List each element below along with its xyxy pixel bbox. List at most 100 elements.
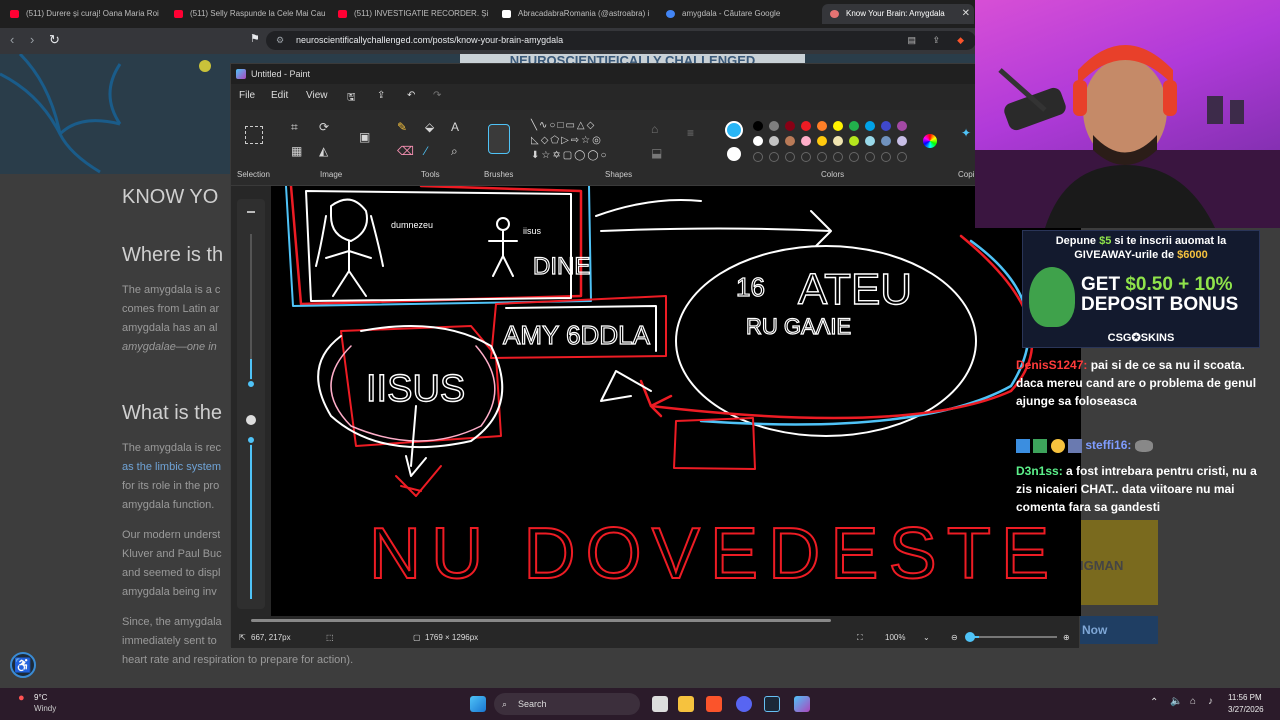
size-icon[interactable]: ≡ — [687, 126, 694, 140]
color-swatch[interactable] — [881, 121, 891, 131]
color-swatch[interactable] — [849, 136, 859, 146]
zoom-in-icon[interactable]: ⊕ — [1063, 633, 1070, 642]
browser-tab-active[interactable]: Know Your Brain: Amygdala ✕ — [822, 4, 974, 24]
custom-color-slot[interactable] — [769, 152, 779, 162]
browser-tab[interactable]: AbracadabraRomania (@astroabra) i — [494, 4, 654, 24]
primary-color-swatch[interactable] — [725, 121, 743, 139]
browser-tab[interactable]: amygdala - Căutare Google — [658, 4, 818, 24]
browser-tab[interactable]: (511) Durere și curaj! Oana Maria Roi — [2, 4, 162, 24]
pencil-icon[interactable]: ✎ — [397, 120, 407, 134]
url-input[interactable]: ⚙ neuroscientificallychallenged.com/post… — [266, 31, 976, 50]
rotate-icon[interactable]: ⟳ — [319, 120, 329, 134]
color-swatch[interactable] — [769, 136, 779, 146]
clock-time[interactable]: 11:56 PM — [1228, 693, 1262, 702]
weather-temp[interactable]: 9°C — [34, 693, 47, 702]
reader-icon[interactable]: ▤ — [907, 31, 916, 50]
custom-color-slot[interactable] — [881, 152, 891, 162]
taskbar-search[interactable]: ⌕ Search — [494, 693, 640, 715]
color-swatch[interactable] — [817, 121, 827, 131]
limbic-system-link[interactable]: as the limbic system — [122, 461, 221, 473]
custom-color-slot[interactable] — [849, 152, 859, 162]
brush-size-thumb[interactable] — [246, 379, 256, 389]
brave-shield-icon[interactable]: ◆ — [957, 31, 964, 50]
custom-color-slot[interactable] — [833, 152, 843, 162]
edit-colors-icon[interactable] — [923, 134, 937, 148]
color-swatch[interactable] — [801, 121, 811, 131]
color-swatch[interactable] — [833, 136, 843, 146]
steam-icon[interactable] — [764, 696, 780, 712]
browser-tab[interactable]: (511) INVESTIGATIE RECORDER. Și im — [330, 4, 490, 24]
undo-icon[interactable]: ↶ — [407, 90, 415, 101]
volume-icon[interactable]: ♪ — [1208, 696, 1213, 707]
color-swatch[interactable] — [753, 136, 763, 146]
crop-icon[interactable]: ⌗ — [291, 120, 298, 135]
menu-view[interactable]: View — [306, 90, 328, 101]
network-icon[interactable]: ⌂ — [1190, 696, 1196, 707]
custom-color-slot[interactable] — [785, 152, 795, 162]
chevron-up-icon[interactable]: ⌃ — [1150, 697, 1158, 708]
custom-color-slot[interactable] — [865, 152, 875, 162]
discord-icon[interactable] — [736, 696, 752, 712]
accessibility-icon[interactable]: ♿ — [10, 652, 36, 678]
scroll-thumb[interactable] — [251, 619, 831, 622]
browser-tab[interactable]: (511) Selly Raspunde la Cele Mai Cau — [166, 4, 326, 24]
outline-icon[interactable]: ⌂ — [651, 122, 658, 136]
copilot-icon[interactable]: ✦ — [961, 126, 971, 140]
resize-icon[interactable]: ▦ — [291, 144, 302, 158]
zoom-slider[interactable] — [965, 632, 1057, 642]
brave-icon[interactable] — [706, 696, 722, 712]
fit-icon[interactable]: ⛶ — [857, 633, 863, 643]
fill-icon[interactable]: ⬙ — [425, 120, 434, 134]
menu-edit[interactable]: Edit — [271, 90, 288, 101]
site-info-icon[interactable]: ⚙ — [276, 31, 284, 50]
shapes-gallery[interactable]: ╲∿○□▭△◇ ◺◇⬠▷⇨☆◎ ⬇☆✡▢◯◯○ — [531, 118, 609, 163]
color-picker-icon[interactable]: ⁄ — [425, 144, 427, 158]
color-swatch[interactable] — [801, 136, 811, 146]
color-swatch[interactable] — [785, 136, 795, 146]
paint-taskbar-icon[interactable] — [794, 696, 810, 712]
chat-username[interactable]: DenisS1247: — [1016, 358, 1087, 372]
zoom-level[interactable]: 100% — [885, 633, 905, 642]
color-swatch[interactable] — [769, 121, 779, 131]
color-swatch[interactable] — [753, 121, 763, 131]
color-swatch[interactable] — [897, 121, 907, 131]
buy-now-button[interactable]: Now — [1080, 616, 1158, 644]
image-select-icon[interactable]: ▣ — [359, 130, 370, 144]
save-icon[interactable]: 🖫 — [347, 90, 356, 107]
color-swatch[interactable] — [865, 121, 875, 131]
opacity-thumb[interactable] — [246, 435, 256, 445]
share-icon[interactable]: ⇪ — [932, 31, 940, 50]
color-swatch[interactable] — [897, 136, 907, 146]
selection-icon[interactable] — [245, 126, 263, 144]
custom-color-slot[interactable] — [801, 152, 811, 162]
shape-fill-icon[interactable]: ⬓ — [651, 146, 662, 160]
magnifier-icon[interactable]: ⌕ — [451, 144, 458, 159]
weather-desc[interactable]: Windy — [34, 704, 56, 713]
forward-icon[interactable]: › — [30, 32, 34, 47]
flip-icon[interactable]: ◭ — [319, 144, 328, 158]
close-tab-icon[interactable]: ✕ — [962, 4, 970, 24]
color-swatch[interactable] — [881, 136, 891, 146]
speaker-icon[interactable]: 🔈 — [1170, 696, 1182, 707]
custom-color-slot[interactable] — [897, 152, 907, 162]
color-swatch[interactable] — [865, 136, 875, 146]
custom-color-slot[interactable] — [753, 152, 763, 162]
clock-date[interactable]: 3/27/2026 — [1228, 705, 1264, 714]
file-explorer-icon[interactable] — [678, 696, 694, 712]
brush-icon[interactable] — [488, 124, 510, 154]
chevron-down-icon[interactable]: ⌄ — [923, 633, 930, 642]
bookmark-icon[interactable]: ⚑ — [250, 32, 260, 45]
chat-username[interactable]: D3n1ss: — [1016, 464, 1063, 478]
paint-canvas[interactable]: dumnezeu iisus DINE 16 ATEU RU GAΛIE AMY… — [271, 186, 1081, 616]
layers-icon[interactable] — [247, 211, 255, 219]
chat-username[interactable]: steffi16: — [1085, 438, 1131, 452]
color-swatch[interactable] — [817, 136, 827, 146]
color-swatch[interactable] — [849, 121, 859, 131]
zoom-out-icon[interactable]: ⊖ — [951, 633, 958, 642]
custom-color-slot[interactable] — [817, 152, 827, 162]
color-swatch[interactable] — [833, 121, 843, 131]
task-view-icon[interactable] — [652, 696, 668, 712]
share-icon[interactable]: ⇪ — [377, 90, 385, 101]
start-icon[interactable] — [470, 696, 486, 712]
weather-icon[interactable]: ● — [18, 692, 25, 704]
